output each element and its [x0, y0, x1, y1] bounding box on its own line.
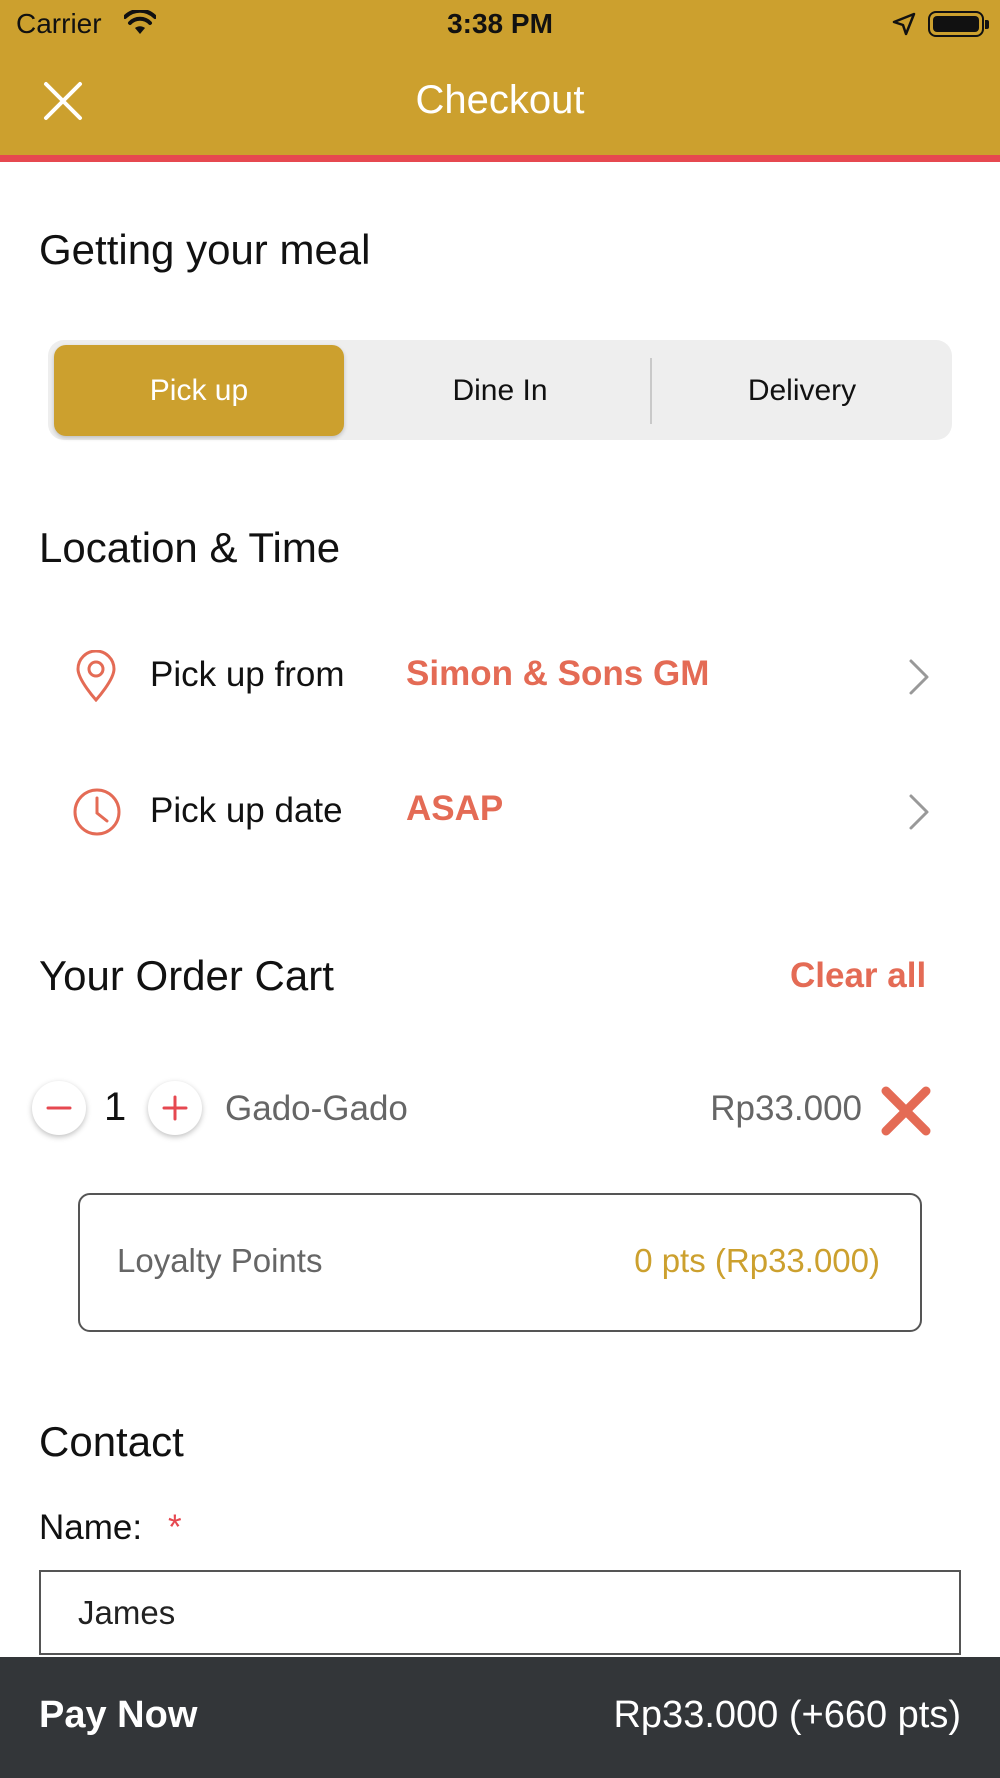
pickup-date-label: Pick up date [150, 791, 343, 830]
item-quantity: 1 [104, 1085, 127, 1129]
segment-dine-in[interactable]: Dine In [350, 345, 650, 436]
pay-now-button[interactable]: Pay Now [39, 1694, 197, 1737]
pickup-date-value: ASAP [406, 789, 504, 828]
item-price: Rp33.000 [710, 1089, 862, 1128]
header-divider [0, 155, 1000, 162]
pay-total: Rp33.000 (+660 pts) [613, 1694, 961, 1736]
pickup-from-label: Pick up from [150, 655, 345, 694]
decrease-quantity-button[interactable] [32, 1081, 86, 1135]
chevron-right-icon [909, 794, 929, 830]
cart-heading: Your Order Cart [39, 952, 334, 999]
map-pin-icon [76, 650, 116, 702]
clear-all-button[interactable]: Clear all [790, 956, 926, 996]
increase-quantity-button[interactable] [148, 1081, 202, 1135]
pickup-date-row[interactable]: Pick up date ASAP [0, 765, 1000, 855]
plus-icon [162, 1095, 188, 1121]
chevron-right-icon [909, 659, 929, 695]
location-heading: Location & Time [39, 524, 341, 571]
minus-icon [46, 1106, 72, 1110]
clock-icon [73, 788, 121, 836]
name-label: Name: [39, 1508, 143, 1547]
loyalty-points-label: Loyalty Points [117, 1242, 323, 1279]
name-field[interactable] [39, 1570, 961, 1655]
item-name: Gado-Gado [225, 1089, 408, 1128]
segment-delivery[interactable]: Delivery [652, 345, 952, 436]
remove-x-icon[interactable] [880, 1085, 932, 1137]
cart-item: 1 Gado-Gado Rp33.000 [0, 1075, 1000, 1145]
segment-pick-up[interactable]: Pick up [54, 345, 344, 436]
pickup-location-row[interactable]: Pick up from Simon & Sons GM [0, 630, 1000, 720]
page-title: Checkout [415, 78, 585, 122]
pickup-from-value: Simon & Sons GM [406, 654, 710, 693]
contact-heading: Contact [39, 1418, 184, 1465]
required-indicator: * [168, 1508, 182, 1547]
meal-heading: Getting your meal [39, 226, 371, 273]
battery-icon [928, 11, 989, 37]
location-arrow-icon [892, 12, 916, 36]
status-time: 3:38 PM [447, 8, 553, 39]
loyalty-points-box[interactable]: Loyalty Points 0 pts (Rp33.000) [78, 1193, 922, 1332]
loyalty-points-value: 0 pts (Rp33.000) [634, 1242, 880, 1279]
